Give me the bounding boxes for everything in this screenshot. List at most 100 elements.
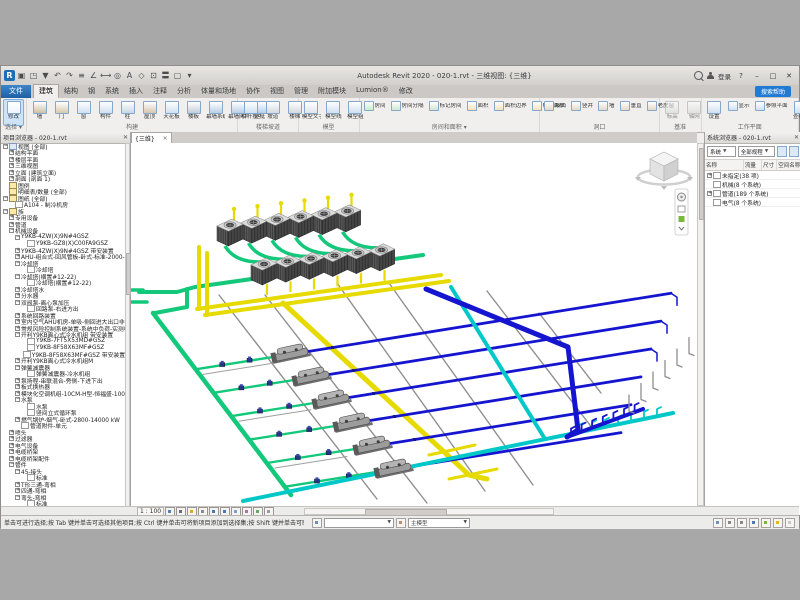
design-option-dropdown[interactable]: 主模型▼ — [408, 518, 470, 528]
tab-管理[interactable]: 管理 — [289, 85, 313, 98]
column-尺寸[interactable]: 尺寸 — [762, 160, 777, 170]
collapse-icon[interactable]: − — [15, 261, 20, 266]
collapse-icon[interactable]: − — [3, 209, 8, 214]
expand-icon[interactable]: + — [15, 391, 20, 396]
expand-icon[interactable]: + — [15, 417, 20, 422]
default-3d-view-icon[interactable]: ◇ — [136, 70, 147, 81]
expand-icon[interactable]: + — [15, 293, 20, 298]
tab-注释[interactable]: 注释 — [148, 85, 172, 98]
tree-item[interactable]: −开利Y9KB离心式冷水机组 带安装置 — [1, 332, 125, 339]
collapse-icon[interactable]: − — [3, 144, 8, 149]
system-row[interactable]: +管道(189 个系统) — [705, 189, 800, 198]
redo-icon[interactable]: ↷ — [64, 70, 75, 81]
section-icon[interactable]: ⊡ — [148, 70, 159, 81]
system-row[interactable]: +未指定(38 项) — [705, 171, 800, 180]
tab-体量和场地[interactable]: 体量和场地 — [196, 85, 241, 98]
ribbon-button-模型线[interactable]: 模型线 — [323, 99, 344, 126]
thin-lines-icon[interactable]: 〓 — [160, 70, 171, 81]
file-tab[interactable]: 文件 — [1, 85, 31, 98]
column-settings-icon[interactable] — [789, 146, 799, 157]
expand-icon[interactable]: + — [15, 378, 20, 383]
expand-icon[interactable]: + — [15, 488, 20, 493]
undo-icon[interactable]: ↶ — [52, 70, 63, 81]
expand-icon[interactable]: + — [707, 191, 712, 196]
close-inactive-icon[interactable]: ▢ — [172, 70, 183, 81]
expand-icon[interactable]: + — [15, 313, 20, 318]
close-icon[interactable]: ✕ — [123, 134, 128, 141]
expand-icon[interactable]: + — [15, 384, 20, 389]
canvas-hscrollbar[interactable] — [304, 508, 554, 515]
measure-icon[interactable]: ∠ — [88, 70, 99, 81]
underlay-select-icon[interactable] — [737, 518, 747, 528]
expand-icon[interactable]: + — [9, 176, 14, 181]
aligned-dimension-icon[interactable]: ⟷ — [100, 70, 111, 81]
minimize-button[interactable]: – — [751, 70, 763, 82]
expand-icon[interactable]: + — [707, 173, 712, 178]
tab-附加模块[interactable]: 附加模块 — [313, 85, 351, 98]
tab-钢[interactable]: 钢 — [83, 85, 100, 98]
ribbon-button-显示[interactable]: 显示 — [726, 99, 752, 113]
tag-icon[interactable]: ◎ — [112, 70, 123, 81]
expand-icon[interactable]: + — [15, 287, 20, 292]
collapse-icon[interactable]: − — [15, 300, 20, 305]
save-icon[interactable]: ▼ — [40, 70, 51, 81]
expand-icon[interactable]: + — [9, 449, 14, 454]
system-row[interactable]: 电气(8 个系统) — [705, 198, 800, 207]
worksets-icon[interactable] — [312, 518, 322, 528]
tab-结构[interactable]: 结构 — [59, 85, 83, 98]
ribbon-button-面积[interactable]: 面积 — [465, 99, 491, 113]
tab-视图[interactable]: 视图 — [265, 85, 289, 98]
ribbon-button-面积边界[interactable]: 面积边界 — [492, 99, 529, 113]
collapse-icon[interactable]: − — [3, 196, 8, 201]
expand-icon[interactable]: + — [15, 248, 20, 253]
ribbon-button-模型文字[interactable]: 模型文字 — [301, 99, 322, 126]
collapse-icon[interactable]: − — [15, 397, 20, 402]
3d-model-view[interactable] — [131, 143, 697, 506]
autofit-columns-icon[interactable] — [777, 146, 787, 157]
active-workset-dropdown[interactable]: ▼ — [324, 518, 394, 528]
drawing-area[interactable] — [131, 143, 697, 506]
expand-icon[interactable]: + — [15, 358, 20, 363]
collapse-icon[interactable]: − — [9, 462, 14, 467]
expand-icon[interactable]: + — [9, 430, 14, 435]
column-空间名称[interactable]: 空间名称 — [777, 160, 800, 170]
ribbon-button-构件[interactable]: 构件 — [95, 99, 116, 126]
expand-icon[interactable]: + — [9, 456, 14, 461]
account-icon[interactable] — [707, 72, 714, 79]
new-icon[interactable]: ▣ — [16, 70, 27, 81]
tab-系统[interactable]: 系统 — [100, 85, 124, 98]
editable-only-icon[interactable] — [713, 518, 723, 528]
close-icon[interactable]: ✕ — [794, 134, 799, 141]
ribbon-button-垂直[interactable]: 垂直 — [618, 99, 644, 113]
discipline-dropdown[interactable]: 全部规程▼ — [738, 146, 776, 157]
ribbon-button-标记房间[interactable]: 标记房间 — [427, 99, 464, 113]
expand-icon[interactable]: + — [9, 150, 14, 155]
expand-icon[interactable]: + — [9, 157, 14, 162]
collapse-icon[interactable]: − — [15, 469, 20, 474]
revit-logo-icon[interactable]: R — [4, 70, 15, 81]
expand-icon[interactable]: + — [9, 436, 14, 441]
view-tab-3d[interactable]: {三维} × — [131, 132, 172, 143]
view-cube[interactable] — [635, 152, 693, 190]
project-browser-vscrollbar[interactable] — [125, 143, 130, 507]
ribbon-button-墙[interactable]: 墙 — [596, 99, 617, 113]
close-button[interactable]: ✕ — [783, 70, 795, 82]
tab-插入[interactable]: 插入 — [124, 85, 148, 98]
column-流量[interactable]: 流量 — [744, 160, 762, 170]
print-icon[interactable]: ≡ — [76, 70, 87, 81]
editing-requests-icon[interactable] — [396, 518, 406, 528]
ribbon-button-墙[interactable]: 墙 — [29, 99, 50, 126]
collapse-icon[interactable]: − — [15, 332, 20, 337]
filter-count-icon[interactable] — [785, 518, 795, 528]
ribbon-button-屋顶[interactable]: 屋顶 — [139, 99, 160, 126]
ribbon-button-栏杆扶手[interactable]: 栏杆扶手 — [240, 99, 261, 126]
tab-协作[interactable]: 协作 — [241, 85, 265, 98]
customize-dropdown-icon[interactable]: ▾ — [184, 70, 195, 81]
ribbon-button-查看器[interactable]: 查看器 — [791, 99, 800, 126]
expand-icon[interactable]: + — [15, 319, 20, 324]
navigation-bar[interactable] — [675, 189, 688, 235]
collapse-icon[interactable]: − — [15, 365, 20, 370]
help-chip[interactable]: 搜索帮助 — [755, 86, 791, 97]
open-icon[interactable]: ◳ — [28, 70, 39, 81]
sign-in-label[interactable]: 登录 — [718, 71, 731, 81]
